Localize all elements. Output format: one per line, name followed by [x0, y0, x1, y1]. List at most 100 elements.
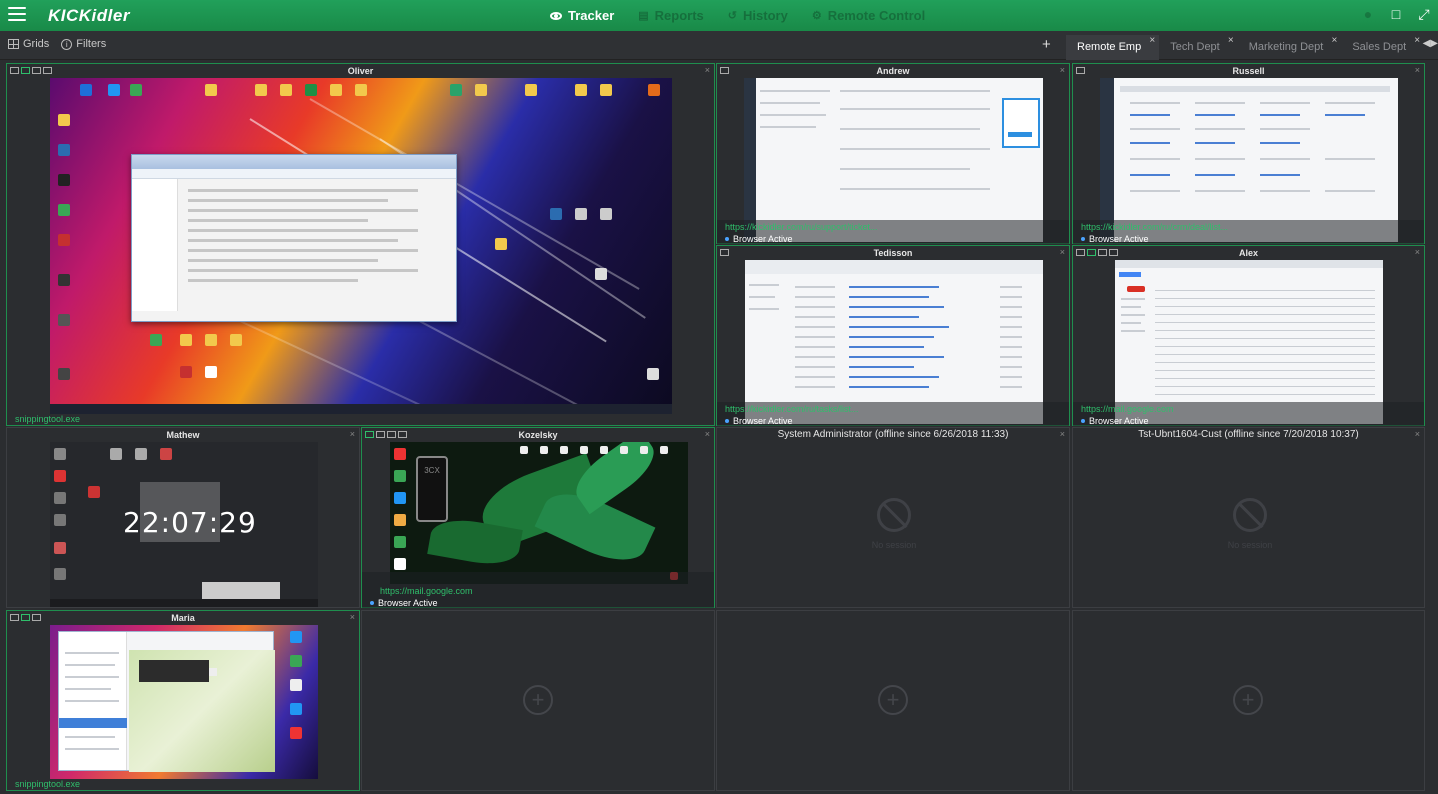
- add-screen-button[interactable]: +: [1233, 685, 1263, 715]
- activity-status: Browser Active: [725, 234, 793, 244]
- close-icon[interactable]: ×: [1415, 247, 1420, 257]
- document-icon: ▤: [638, 10, 649, 22]
- activity-status-label: Browser Active: [1089, 416, 1149, 426]
- top-right-icons: ● □ ⤢: [1360, 6, 1432, 22]
- history-icon: ↺: [727, 10, 738, 22]
- no-session-label: No session: [871, 540, 917, 550]
- nav-remote-control[interactable]: ⚙ Remote Control: [812, 8, 925, 23]
- screen-cell-alex[interactable]: Alex × https://mail.google.com Browser A…: [1072, 245, 1425, 426]
- tab-label: Remote Emp: [1077, 41, 1142, 53]
- tab-label: Tech Dept: [1170, 41, 1220, 53]
- cell-title: Kozelsky: [518, 430, 558, 440]
- tab-tech-dept[interactable]: Tech Dept ×: [1159, 35, 1238, 60]
- screen-cell-kozelsky[interactable]: Kozelsky × 3CX https://mail.google.com B…: [361, 427, 715, 608]
- screen-cell-tedisson[interactable]: Tedisson × https://kickidler.com/ru/task…: [716, 245, 1070, 426]
- main-nav: Tracker ▤ Reports ↺ History ⚙ Remote Con…: [550, 0, 925, 31]
- explorer-window: [131, 154, 457, 322]
- cell-title: Russell: [1232, 66, 1265, 76]
- add-screen-button[interactable]: +: [878, 685, 908, 715]
- screen-cell-mathew[interactable]: Mathew × 22:07:29: [6, 427, 360, 608]
- add-screen-button[interactable]: +: [523, 685, 553, 715]
- close-icon[interactable]: ×: [1060, 65, 1065, 75]
- active-url: https://mail.google.com: [380, 586, 473, 596]
- filters-label: Filters: [76, 38, 107, 50]
- desktop-screenshot: 3CX: [390, 442, 688, 584]
- tab-scroll-arrows-icon[interactable]: ◀▶: [1423, 38, 1438, 49]
- nav-history-label: History: [743, 8, 788, 23]
- nav-reports[interactable]: ▤ Reports: [638, 8, 704, 23]
- activity-status: Browser Active: [1081, 416, 1149, 426]
- screen-cell-sysadmin[interactable]: System Administrator (offline since 6/26…: [716, 427, 1070, 608]
- softphone-logo: 3CX: [424, 466, 440, 475]
- nav-reports-label: Reports: [654, 8, 704, 23]
- filters-button[interactable]: i Filters: [61, 38, 106, 50]
- no-session-icon: [877, 498, 911, 532]
- cell-title: Tedisson: [873, 248, 913, 258]
- desktop-screenshot: [744, 78, 1043, 242]
- activity-status: Browser Active: [725, 416, 793, 426]
- tab-sales-dept[interactable]: Sales Dept ×: [1341, 35, 1424, 60]
- screen-cell-russell[interactable]: Russell × https://kickidler.com/ru/crm/d…: [1072, 63, 1425, 244]
- status-dot-icon: [370, 601, 374, 605]
- close-icon[interactable]: ×: [1060, 429, 1065, 439]
- activity-status-label: Browser Active: [378, 598, 438, 608]
- screen-cell-oliver[interactable]: Oliver × snippingtool.exe: [6, 63, 715, 426]
- cell-title: Alex: [1238, 248, 1258, 258]
- close-icon[interactable]: ×: [1331, 28, 1337, 53]
- menu-icon[interactable]: [8, 7, 26, 23]
- status-dot-icon: [1081, 419, 1085, 423]
- desktop-screenshot: [1100, 78, 1398, 242]
- nav-tracker[interactable]: Tracker: [550, 8, 614, 23]
- tab-label: Sales Dept: [1352, 41, 1407, 53]
- screen-cell-andrew[interactable]: Andrew × https://kickidler.com/ru/suppor…: [716, 63, 1070, 244]
- close-icon[interactable]: ×: [1228, 28, 1234, 53]
- fullscreen-icon[interactable]: ⤢: [1416, 6, 1432, 22]
- activity-status-label: Browser Active: [733, 234, 793, 244]
- cell-title: Andrew: [876, 66, 910, 76]
- add-tab-button[interactable]: +: [1042, 36, 1051, 53]
- status-dot-icon: [1081, 237, 1085, 241]
- close-icon[interactable]: ×: [705, 65, 710, 75]
- clock-display: 22:07:29: [123, 506, 257, 539]
- close-icon[interactable]: ×: [1149, 28, 1155, 53]
- active-url: https://kickidler.com/ru/support/ticket.…: [725, 222, 878, 232]
- app-logo: KICKidler: [48, 6, 130, 25]
- grid-icon: [8, 39, 19, 49]
- top-bar: KICKidler Tracker ▤ Reports ↺ History ⚙ …: [0, 0, 1438, 31]
- desktop-screenshot: [50, 625, 318, 779]
- status-circle-icon[interactable]: ●: [1360, 6, 1376, 22]
- close-icon[interactable]: ×: [1060, 247, 1065, 257]
- screen-cell-maria[interactable]: Maria × snippingtool.exe: [6, 610, 360, 791]
- close-icon[interactable]: ×: [350, 612, 355, 622]
- cell-title: Oliver: [347, 66, 374, 76]
- active-app-label: snippingtool.exe: [15, 779, 81, 789]
- tab-marketing-dept[interactable]: Marketing Dept ×: [1238, 35, 1342, 60]
- status-dot-icon: [725, 419, 729, 423]
- no-session-label: No session: [1227, 540, 1273, 550]
- active-app-label: snippingtool.exe: [15, 414, 81, 424]
- close-icon[interactable]: ×: [705, 429, 710, 439]
- close-icon[interactable]: ×: [1415, 65, 1420, 75]
- activity-status: Browser Active: [370, 598, 438, 608]
- empty-slot: +: [1072, 610, 1425, 791]
- tab-remote-emp[interactable]: Remote Emp ×: [1066, 35, 1160, 60]
- close-icon[interactable]: ×: [350, 429, 355, 439]
- desktop-screenshot: [745, 260, 1043, 424]
- cell-title: Maria: [171, 613, 195, 623]
- close-icon[interactable]: ×: [1415, 429, 1420, 439]
- cell-title: Mathew: [166, 430, 200, 440]
- grids-button[interactable]: Grids: [8, 38, 49, 50]
- nav-tracker-label: Tracker: [568, 8, 615, 23]
- cell-title: Tst-Ubnt1604-Cust (offline since 7/20/20…: [1138, 429, 1359, 440]
- softphone-widget: 3CX: [416, 456, 448, 522]
- active-url: https://kickidler.com/ru/tasks/list...: [725, 404, 859, 414]
- active-url: https://mail.google.com: [1081, 404, 1174, 414]
- close-icon[interactable]: ×: [1414, 28, 1420, 53]
- empty-slot: +: [361, 610, 715, 791]
- desktop-screenshot: [50, 78, 672, 414]
- status-dot-icon: [725, 237, 729, 241]
- folder-icon[interactable]: □: [1388, 6, 1404, 22]
- toolbar-left: Grids i Filters: [8, 38, 106, 50]
- screen-cell-tst-ubnt[interactable]: Tst-Ubnt1604-Cust (offline since 7/20/20…: [1072, 427, 1425, 608]
- nav-history[interactable]: ↺ History: [728, 8, 788, 23]
